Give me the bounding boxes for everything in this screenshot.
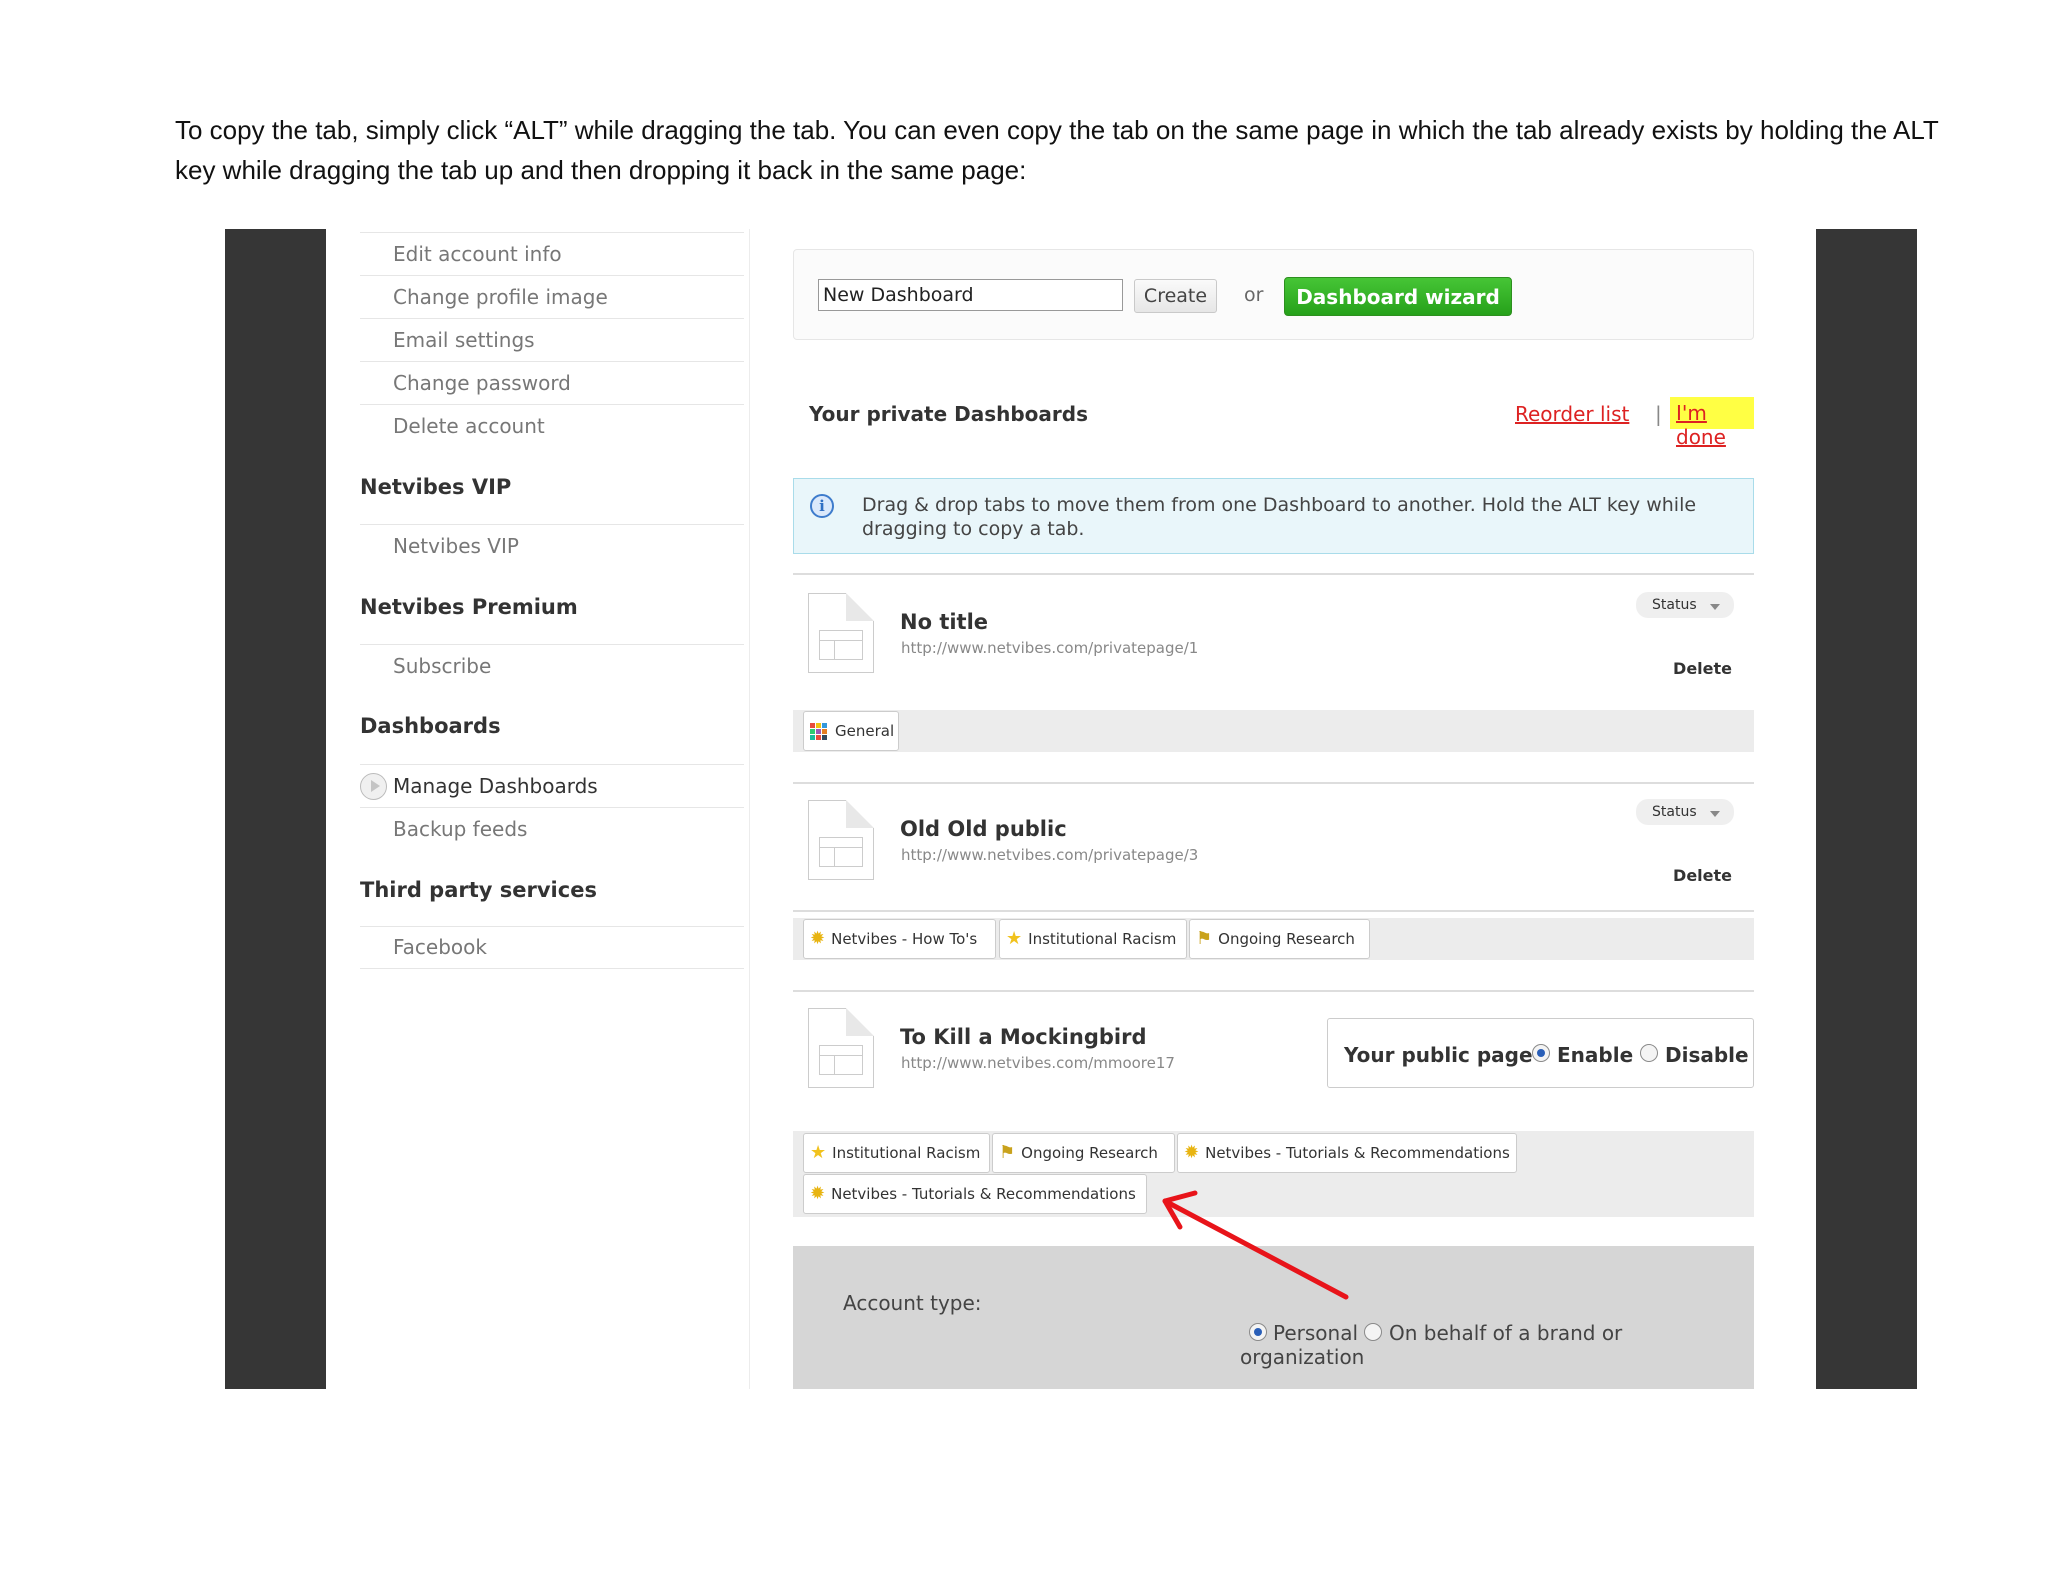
sidebar-item-edit-account[interactable]: Edit account info	[360, 232, 744, 275]
right-dark-bar	[1816, 229, 1917, 1389]
sidebar-heading-premium: Netvibes Premium	[360, 595, 578, 619]
sidebar-item-manage-dashboards[interactable]: Manage Dashboards	[360, 764, 744, 807]
sidebar-item-change-profile-image[interactable]: Change profile image	[360, 275, 744, 318]
sidebar-item-facebook[interactable]: Facebook	[360, 926, 744, 969]
sidebar-item-delete-account[interactable]: Delete account	[360, 404, 744, 447]
sidebar-heading-vip: Netvibes VIP	[360, 475, 512, 499]
account-menu: Edit account info Change profile image E…	[360, 232, 744, 447]
sidebar-item-email-settings[interactable]: Email settings	[360, 318, 744, 361]
annotation-arrow	[1162, 1190, 1349, 1300]
main-content: Create or Dashboard wizard Your private …	[793, 229, 1754, 1389]
settings-sidebar: Edit account info Change profile image E…	[360, 229, 750, 1389]
sidebar-item-netvibes-vip[interactable]: Netvibes VIP	[360, 524, 744, 567]
sidebar-item-backup-feeds[interactable]: Backup feeds	[360, 807, 744, 850]
sidebar-item-label: Manage Dashboards	[393, 773, 598, 798]
play-circle-icon	[360, 772, 387, 800]
sidebar-item-change-password[interactable]: Change password	[360, 361, 744, 404]
left-dark-bar	[225, 229, 326, 1389]
sidebar-item-subscribe[interactable]: Subscribe	[360, 644, 744, 687]
sidebar-heading-dashboards: Dashboards	[360, 714, 501, 738]
instruction-paragraph: To copy the tab, simply click “ALT” whil…	[175, 115, 1939, 185]
sidebar-heading-third-party: Third party services	[360, 878, 597, 902]
screenshot: Edit account info Change profile image E…	[225, 229, 1917, 1389]
